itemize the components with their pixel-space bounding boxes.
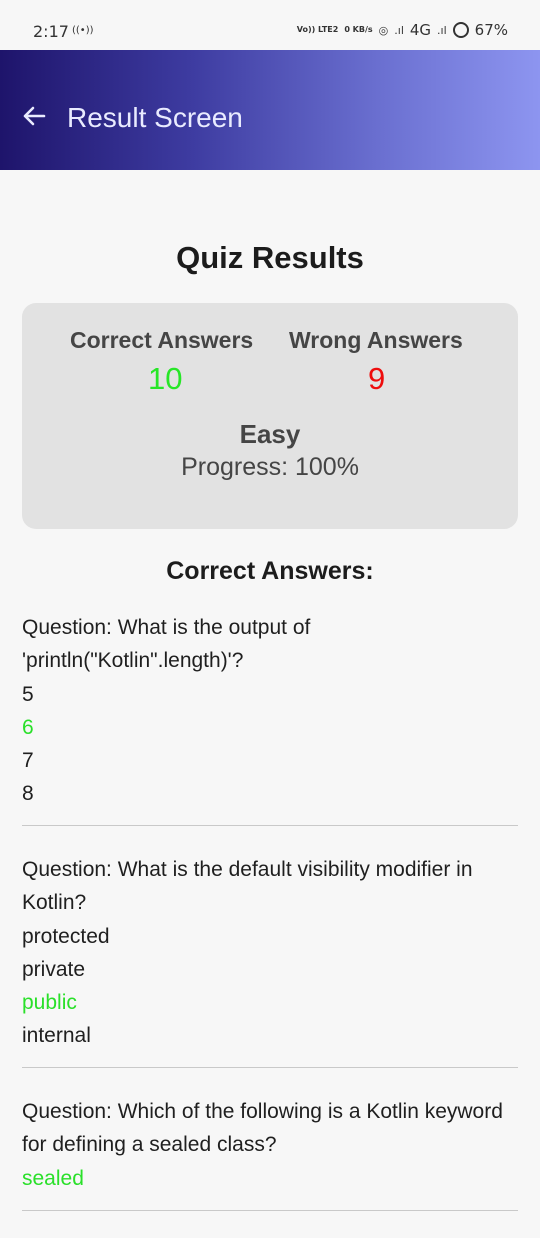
- results-summary-card: Correct Answers 10 Wrong Answers 9 Easy …: [22, 303, 518, 529]
- page-title: Quiz Results: [176, 240, 364, 275]
- correct-answers-count: 10: [148, 361, 183, 396]
- question-item: Question: What is the output of 'println…: [22, 611, 518, 826]
- app-bar-title: Result Screen: [67, 102, 243, 133]
- volte-icon: Vo)) LTE2: [296, 25, 339, 34]
- answer-option: 7: [22, 749, 34, 772]
- status-icons: Vo)) LTE2 0 KB/s ◎ .ıl 4G .ıl 67%: [297, 21, 508, 39]
- correct-answer-option: 6: [22, 716, 34, 739]
- network-type: 4G: [409, 21, 432, 39]
- answer-option: 8: [22, 782, 34, 805]
- battery-percent: 67%: [474, 21, 508, 39]
- progress-text: Progress: 100%: [181, 453, 359, 481]
- app-bar: Result Screen: [0, 50, 540, 170]
- answer-option: private: [22, 958, 86, 981]
- battery-icon: [452, 22, 469, 38]
- correct-answer-option: public: [22, 991, 77, 1014]
- wrong-answers-label: Wrong Answers: [289, 327, 463, 353]
- correct-answers-label: Correct Answers: [70, 327, 254, 353]
- question-text: Question: What is the output of 'println…: [22, 616, 311, 672]
- answer-option: internal: [22, 1024, 91, 1047]
- signal-icon: .ıl: [437, 23, 447, 37]
- wifi-icon: ◎: [378, 23, 389, 37]
- answer-option: 5: [22, 683, 34, 706]
- correct-answers-section-title: Correct Answers:: [166, 557, 374, 585]
- question-item: Question: Which of the following is a Ko…: [22, 1095, 518, 1211]
- difficulty-label: Easy: [239, 419, 301, 449]
- signal-icon: .ıl: [394, 23, 404, 37]
- question-item: Question: What is the default visibility…: [22, 853, 518, 1068]
- correct-answer-option: sealed: [22, 1167, 84, 1190]
- question-text: Question: Which of the following is a Ko…: [22, 1100, 503, 1156]
- answer-option: protected: [22, 925, 110, 948]
- wrong-answers-count: 9: [368, 361, 386, 396]
- question-list[interactable]: Question: What is the output of 'println…: [22, 611, 518, 1238]
- status-bar: 2:17 ((•)) Vo)) LTE2 0 KB/s ◎ .ıl 4G .ıl…: [0, 0, 540, 50]
- hotspot-icon: ((•)): [72, 25, 94, 36]
- status-time: 2:17: [33, 22, 69, 41]
- arrow-left-icon[interactable]: [20, 102, 48, 130]
- network-speed: 0 KB/s: [344, 25, 373, 34]
- question-text: Question: What is the default visibility…: [22, 858, 473, 914]
